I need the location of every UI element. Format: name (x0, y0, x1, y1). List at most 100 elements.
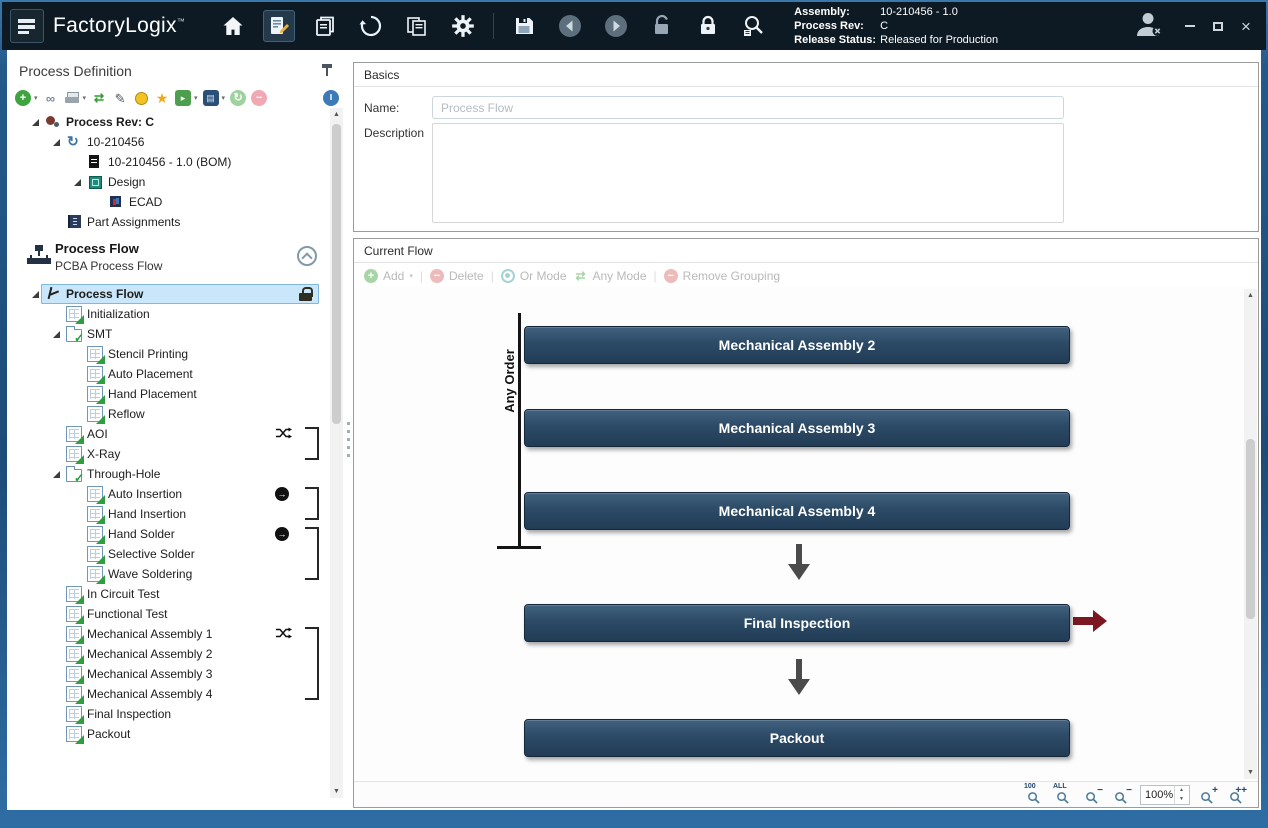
description-input[interactable] (432, 123, 1064, 223)
scroll-up-button[interactable]: ▲ (330, 108, 343, 121)
toolbar-pause-icon[interactable] (323, 90, 339, 106)
lock-icon[interactable] (692, 10, 724, 42)
scroll-down-button[interactable]: ▼ (1244, 766, 1257, 779)
tree-item[interactable]: 10-210456 - 1.0 (BOM) (7, 152, 325, 172)
tree-item[interactable]: X-Ray (7, 444, 325, 464)
tree-item[interactable]: AOI (7, 424, 325, 444)
tree-item[interactable]: Functional Test (7, 604, 325, 624)
tree-item[interactable]: Part Assignments (7, 212, 325, 232)
tree-item[interactable]: Mechanical Assembly 4 (7, 684, 325, 704)
settings-gear-icon[interactable] (447, 10, 479, 42)
expander-icon[interactable] (51, 468, 64, 481)
zoom-spin-down-icon[interactable]: ▼ (1175, 795, 1188, 804)
name-input[interactable] (432, 96, 1064, 119)
save-icon[interactable] (508, 10, 540, 42)
expander-icon[interactable] (72, 176, 85, 189)
tree-item[interactable]: Wave Soldering (7, 564, 325, 584)
zoom-all-icon[interactable]: ALL (1053, 785, 1075, 805)
flow-node[interactable]: Packout (524, 719, 1070, 757)
zoom-100-icon[interactable]: 100 (1024, 785, 1046, 805)
expander-icon[interactable] (51, 328, 64, 341)
tree-item[interactable]: Process Rev: C (7, 112, 325, 132)
user-icon[interactable] (1134, 10, 1164, 43)
toolbar-sync-icon[interactable] (230, 90, 246, 106)
scroll-thumb[interactable] (332, 124, 341, 424)
toolbar-print-icon[interactable] (64, 90, 80, 106)
tree-item[interactable]: 10-210456 (7, 132, 325, 152)
tree-item[interactable]: Hand Solder (7, 524, 325, 544)
flow-node[interactable]: Mechanical Assembly 3 (524, 409, 1070, 447)
flow-scrollbar[interactable]: ▲ ▼ (1244, 289, 1257, 779)
tree-item[interactable]: ECAD (7, 192, 325, 212)
expander-icon[interactable] (30, 288, 43, 301)
toolbar-flask-icon[interactable] (133, 90, 149, 106)
toolbar-or-mode-button[interactable]: Or Mode (501, 269, 567, 283)
tree-item[interactable]: Reflow (7, 404, 325, 424)
tree-item[interactable]: Hand Insertion (7, 504, 325, 524)
toolbar-remove-icon[interactable] (251, 90, 267, 106)
tree-item[interactable]: Through-Hole (7, 464, 325, 484)
flow-node[interactable]: Mechanical Assembly 2 (524, 326, 1070, 364)
scroll-thumb[interactable] (1246, 439, 1255, 619)
tree-item[interactable]: Mechanical Assembly 1 (7, 624, 325, 644)
process-flow-section-header[interactable]: Process Flow PCBA Process Flow (13, 238, 325, 282)
toolbar-delete-button[interactable]: Delete (430, 269, 484, 283)
scroll-up-button[interactable]: ▲ (1244, 289, 1257, 302)
toolbar-pencil-icon[interactable] (112, 90, 128, 106)
unlock-icon[interactable] (646, 10, 678, 42)
toolbar-export-icon[interactable] (175, 90, 191, 106)
collapse-up-icon[interactable] (297, 246, 317, 266)
toolbar-link-icon[interactable] (43, 90, 59, 106)
toolbar-add-button[interactable]: Add▾ (364, 269, 413, 283)
tree-item[interactable]: Process Flow (7, 284, 325, 304)
toolbar-package-icon[interactable] (203, 90, 219, 106)
tree-item[interactable]: Stencil Printing (7, 344, 325, 364)
tree-item[interactable]: In Circuit Test (7, 584, 325, 604)
sync-icon[interactable] (355, 10, 387, 42)
tree-item[interactable]: Auto Insertion (7, 484, 325, 504)
zoom-decrease-icon[interactable]: − (1111, 785, 1133, 805)
sidebar-scrollbar[interactable]: ▲ ▼ (330, 108, 343, 798)
tree-item[interactable]: Design (7, 172, 325, 192)
expander-icon[interactable] (30, 116, 43, 129)
expander-icon[interactable] (51, 136, 64, 149)
close-button[interactable] (1234, 17, 1258, 35)
scroll-down-button[interactable]: ▼ (330, 785, 343, 798)
dropdown-caret-icon[interactable]: ▾ (83, 94, 87, 102)
search-audit-icon[interactable] (738, 10, 770, 42)
toolbar-star-icon[interactable] (154, 90, 170, 106)
tree-item[interactable]: Initialization (7, 304, 325, 324)
zoom-in-icon[interactable]: + (1197, 785, 1219, 805)
toolbar-add-icon[interactable] (15, 90, 31, 106)
zoom-out-icon[interactable]: − (1082, 785, 1104, 805)
home-icon[interactable] (217, 10, 249, 42)
maximize-button[interactable] (1206, 17, 1230, 35)
edit-document-icon[interactable] (263, 10, 295, 42)
flow-node[interactable]: Mechanical Assembly 4 (524, 492, 1070, 530)
tree-item[interactable]: Hand Placement (7, 384, 325, 404)
tree-item[interactable]: Selective Solder (7, 544, 325, 564)
forward-icon[interactable] (600, 10, 632, 42)
tree-item[interactable]: Final Inspection (7, 704, 325, 724)
flow-node[interactable]: Final Inspection (524, 604, 1070, 642)
dropdown-caret-icon[interactable]: ▾ (222, 94, 226, 102)
zoom-increase-icon[interactable]: ++ (1226, 785, 1248, 805)
tree-item[interactable]: SMT (7, 324, 325, 344)
pin-icon[interactable] (321, 63, 333, 79)
dropdown-caret-icon[interactable]: ▾ (409, 272, 413, 280)
minimize-button[interactable] (1178, 17, 1202, 35)
dropdown-caret-icon[interactable]: ▾ (34, 94, 38, 102)
zoom-value-input[interactable] (1141, 786, 1174, 804)
batch-documents-icon[interactable] (309, 10, 341, 42)
toolbar-shuffle-icon[interactable] (91, 90, 107, 106)
tree-item[interactable]: Mechanical Assembly 2 (7, 644, 325, 664)
toolbar-remove-grouping-button[interactable]: Remove Grouping (664, 269, 780, 283)
zoom-spin-up-icon[interactable]: ▲ (1175, 786, 1188, 795)
tree-item[interactable]: Mechanical Assembly 3 (7, 664, 325, 684)
toolbar-any-mode-button[interactable]: Any Mode (574, 269, 647, 283)
back-icon[interactable] (554, 10, 586, 42)
dropdown-caret-icon[interactable]: ▾ (194, 94, 198, 102)
tree-item[interactable]: Auto Placement (7, 364, 325, 384)
tree-item[interactable]: Packout (7, 724, 325, 744)
copy-pages-icon[interactable] (401, 10, 433, 42)
